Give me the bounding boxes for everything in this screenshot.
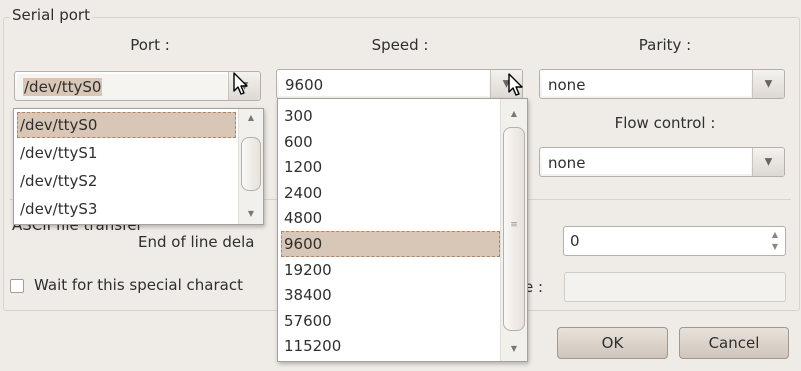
port-label: Port : <box>130 36 170 54</box>
list-item[interactable]: 4800 <box>281 205 500 231</box>
port-list-scrollbar[interactable]: ▲ ▼ <box>238 109 263 224</box>
list-item[interactable]: 2400 <box>281 180 500 206</box>
list-item[interactable]: 115200 <box>281 333 500 359</box>
speed-dropdown-list[interactable]: ▲ ≡ ▼ 300 600 1200 2400 4800 9600 19200 38400 57… <box>277 98 528 362</box>
list-item[interactable]: 300 <box>281 103 500 129</box>
parity-value: none <box>542 72 751 96</box>
port-combo[interactable]: /dev/ttyS0 ▼ <box>14 71 261 101</box>
list-item[interactable]: 19200 <box>281 257 500 283</box>
speed-label: Speed : <box>371 36 429 54</box>
eol-delay-label: End of line dela <box>138 233 255 251</box>
triangle-up-icon[interactable]: ▲ <box>239 113 263 122</box>
ok-button[interactable]: OK <box>557 327 668 359</box>
grip-icon: ≡ <box>510 220 518 230</box>
eol-delay-value[interactable]: 0 <box>570 230 580 252</box>
parity-label: Parity : <box>638 36 692 54</box>
list-item[interactable]: 9600 <box>281 231 500 257</box>
wait-char-entry <box>564 272 786 302</box>
list-item[interactable]: 38400 <box>281 282 500 308</box>
flow-control-value: none <box>542 150 751 174</box>
parity-dropdown-button[interactable]: ▼ <box>752 70 784 98</box>
list-item[interactable]: 600 <box>281 129 500 155</box>
spin-arrows[interactable]: ▲ ▼ <box>768 229 782 253</box>
triangle-down-icon: ▼ <box>764 156 773 168</box>
list-item[interactable]: /dev/ttyS3 <box>17 196 236 222</box>
list-item[interactable]: 1200 <box>281 154 500 180</box>
mouse-pointer-icon <box>508 73 523 96</box>
scrollbar-thumb[interactable]: ≡ <box>503 127 525 331</box>
speed-list-scrollbar[interactable]: ▲ ≡ ▼ <box>500 99 527 361</box>
mouse-pointer-icon <box>233 72 248 95</box>
list-item[interactable]: /dev/ttyS1 <box>17 140 236 166</box>
triangle-down-icon: ▼ <box>764 78 773 90</box>
cancel-button[interactable]: Cancel <box>679 327 789 359</box>
port-entry-text: /dev/ttyS0 <box>23 78 103 96</box>
scrollbar-thumb[interactable] <box>241 137 261 191</box>
triangle-up-icon[interactable]: ▲ <box>501 109 527 118</box>
wait-char-label: Wait for this special charact <box>34 276 243 294</box>
triangle-up-icon[interactable]: ▲ <box>768 229 782 241</box>
triangle-down-icon[interactable]: ▼ <box>239 209 263 218</box>
flow-control-label: Flow control : <box>614 114 716 132</box>
flow-control-combo[interactable]: none ▼ <box>539 147 785 177</box>
triangle-down-icon[interactable]: ▼ <box>768 241 782 253</box>
list-item[interactable]: /dev/ttyS2 <box>17 168 236 194</box>
eol-delay-spinbox[interactable]: 0 ▲ ▼ <box>563 226 786 256</box>
speed-entry[interactable]: 9600 <box>279 72 489 96</box>
serial-port-title: Serial port <box>10 6 92 24</box>
list-item[interactable]: /dev/ttyS0 <box>17 112 236 138</box>
list-item[interactable]: 57600 <box>281 308 500 334</box>
port-dropdown-list[interactable]: ▲ ▼ /dev/ttyS0/dev/ttyS1/dev/ttyS2/dev/t… <box>13 108 264 225</box>
wait-char-checkbox[interactable] <box>10 279 24 293</box>
parity-combo[interactable]: none ▼ <box>539 69 785 99</box>
triangle-down-icon[interactable]: ▼ <box>501 344 527 353</box>
port-entry[interactable]: /dev/ttyS0 <box>17 74 227 98</box>
speed-combo[interactable]: 9600 ▼ <box>276 69 523 99</box>
flow-dropdown-button[interactable]: ▼ <box>752 148 784 176</box>
